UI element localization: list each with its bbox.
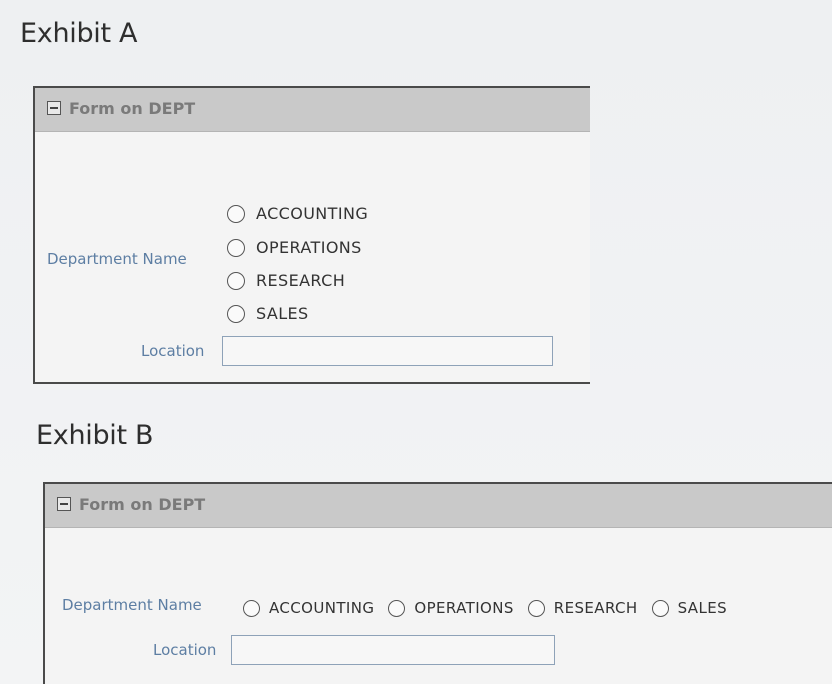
radio-button-icon[interactable] [243, 599, 260, 617]
radio-button-icon[interactable] [227, 304, 245, 323]
exhibit-a-region-title: Form on DEPT [69, 99, 196, 118]
radio-button-icon[interactable] [227, 238, 245, 257]
exhibit-a-location-label: Location [141, 342, 205, 360]
collapse-icon[interactable] [57, 497, 71, 511]
radio-label: SALES [256, 304, 309, 323]
collapse-icon[interactable] [47, 101, 61, 115]
exhibit-a-radio-accounting[interactable]: ACCOUNTING [227, 204, 368, 223]
exhibit-b-department-name-label: Department Name [62, 596, 202, 614]
exhibit-b-title: Exhibit B [36, 420, 154, 451]
radio-label: RESEARCH [256, 271, 346, 290]
exhibit-a-title: Exhibit A [20, 18, 138, 49]
radio-label: SALES [677, 599, 727, 617]
exhibit-a-radio-sales[interactable]: SALES [227, 304, 309, 323]
radio-button-icon[interactable] [227, 271, 245, 290]
exhibit-b-region-title: Form on DEPT [79, 495, 206, 514]
radio-label: OPERATIONS [414, 599, 514, 617]
exhibit-b-radio-accounting[interactable]: ACCOUNTING [243, 599, 374, 617]
radio-label: ACCOUNTING [256, 204, 369, 223]
exhibit-b-region-header: Form on DEPT [45, 484, 832, 528]
screenshot-page: Exhibit A Form on DEPT Department Name A… [0, 0, 832, 684]
radio-button-icon[interactable] [227, 204, 245, 223]
region-border [35, 382, 590, 384]
exhibit-b-location-input[interactable] [231, 635, 555, 665]
exhibit-b-radio-research[interactable]: RESEARCH [527, 599, 638, 617]
radio-label: RESEARCH [553, 599, 638, 617]
exhibit-b-form-region: Form on DEPT Department Name ACCOUNTING … [43, 482, 832, 684]
exhibit-a-radio-operations[interactable]: OPERATIONS [227, 238, 362, 257]
radio-button-icon[interactable] [527, 599, 545, 617]
exhibit-a-location-input[interactable] [222, 336, 553, 366]
exhibit-b-radio-operations[interactable]: OPERATIONS [388, 599, 513, 617]
exhibit-b-location-label: Location [153, 641, 217, 659]
exhibit-a-department-name-label: Department Name [47, 250, 187, 268]
exhibit-b-radio-sales[interactable]: SALES [651, 599, 727, 617]
radio-label: ACCOUNTING [269, 599, 375, 617]
radio-label: OPERATIONS [256, 238, 362, 257]
exhibit-a-region-header: Form on DEPT [35, 88, 590, 132]
exhibit-a-form-region: Form on DEPT Department Name ACCOUNTING … [33, 86, 590, 384]
exhibit-b-department-radio-group: ACCOUNTING OPERATIONS RESEARCH SALES [243, 599, 741, 617]
exhibit-a-radio-research[interactable]: RESEARCH [227, 271, 345, 290]
radio-button-icon[interactable] [651, 599, 669, 617]
radio-button-icon[interactable] [388, 599, 406, 617]
